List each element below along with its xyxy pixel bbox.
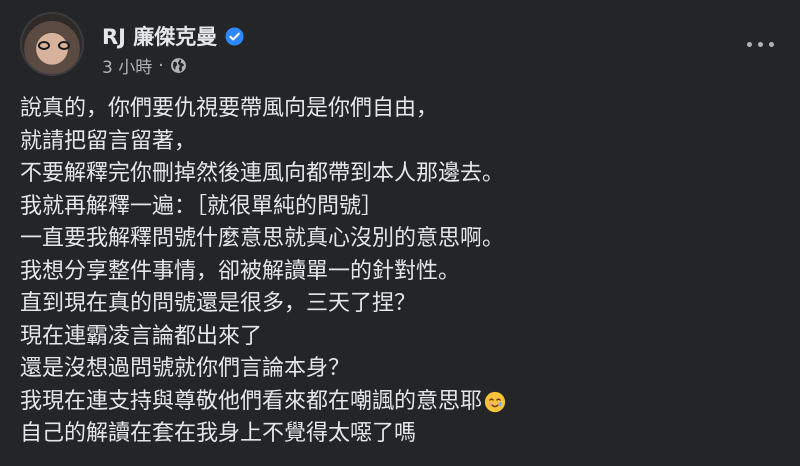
post-line: 不要解釋完你刪掉然後連風向都帶到本人那邊去。 [20, 161, 505, 186]
post-time[interactable]: 3 小時 [102, 53, 152, 78]
meta-separator: · [158, 55, 164, 76]
more-dot-icon [757, 41, 763, 47]
avatar-glasses [38, 41, 70, 51]
post-header: RJ 廉傑克曼 3 小時 · [20, 12, 780, 78]
post-text: 說真的，你們要仇視要帶風向是你們自由， 就請把留言留著， 不要解釋完你刪掉然後連… [20, 93, 780, 451]
author-name[interactable]: RJ 廉傑克曼 [102, 21, 217, 51]
globe-icon[interactable] [170, 57, 187, 74]
post-line: 說真的，你們要仇視要帶風向是你們自由， [20, 96, 439, 121]
post-line: 還是沒想過問號就你們言論本身？ [20, 356, 351, 381]
smiling-face-with-tear-emoji-icon [484, 391, 506, 412]
more-dot-icon [768, 41, 774, 47]
post-line: 我就再解釋一遍：［就很單純的問號］ [20, 193, 384, 219]
more-dot-icon [746, 41, 752, 47]
post-line: 現在連霸凌言論都出來了 [20, 323, 263, 349]
verified-badge-icon [225, 26, 244, 46]
post-line: 自己的解讀在套在我身上不覺得太噁了嗎 [20, 421, 417, 446]
post-line: 就請把留言留著， [20, 128, 197, 154]
avatar[interactable] [20, 12, 84, 76]
post-line: 我現在連支持與尊敬他們看來都在嘲諷的意思耶 [20, 386, 780, 419]
author-row: RJ 廉傑克曼 [102, 21, 244, 51]
post-line: 我想分享整件事情，卻被解讀單一的針對性。 [20, 258, 461, 284]
post-line: 一直要我解釋問號什麼意思就真心沒別的意思啊。 [20, 226, 505, 251]
more-options-button[interactable] [740, 24, 780, 64]
post-meta: 3 小時 · [102, 53, 187, 78]
post-line: 直到現在真的問號還是很多，三天了捏？ [20, 291, 417, 316]
